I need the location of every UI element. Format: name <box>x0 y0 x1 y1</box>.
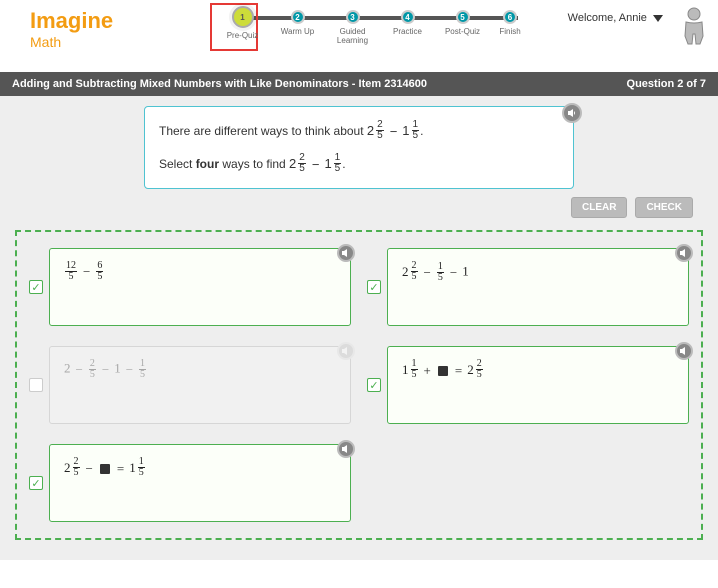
step-label-4: Practice <box>393 28 422 37</box>
checkbox-a[interactable]: ✓ <box>29 280 43 294</box>
checkbox-d[interactable]: ✓ <box>367 378 381 392</box>
step-label-6: Finish <box>499 28 520 37</box>
step-dot-4: 4 <box>401 10 415 24</box>
avatar-icon[interactable] <box>680 6 708 51</box>
speaker-icon[interactable] <box>675 342 693 360</box>
blank-box-icon <box>100 464 110 474</box>
step-finish[interactable]: 6 Finish <box>490 10 530 37</box>
check-button[interactable]: CHECK <box>635 197 693 218</box>
step-practice[interactable]: 4 Practice <box>380 10 435 37</box>
lesson-title: Adding and Subtracting Mixed Numbers wit… <box>12 78 427 90</box>
checkbox-b[interactable]: ✓ <box>367 280 381 294</box>
option-e[interactable]: ✓ 225−=115 <box>29 444 351 522</box>
step-label-5: Post-Quiz <box>445 28 480 37</box>
step-dot-6: 6 <box>503 10 517 24</box>
speaker-icon[interactable] <box>337 440 355 458</box>
logo-sub: Math <box>30 35 113 49</box>
title-bar: Adding and Subtracting Mixed Numbers wit… <box>0 72 718 96</box>
checkbox-e[interactable]: ✓ <box>29 476 43 490</box>
option-b-card: 225−15−1 <box>387 248 689 326</box>
welcome-menu[interactable]: Welcome, Annie <box>568 12 663 24</box>
step-dot-3: 3 <box>346 10 360 24</box>
question-line-2: Select four ways to find 225−115. <box>159 152 559 177</box>
option-e-card: 225−=115 <box>49 444 351 522</box>
speaker-icon[interactable] <box>562 103 582 123</box>
logo-main: Imagine <box>30 8 113 33</box>
step-label-2: Warm Up <box>281 28 314 37</box>
step-dot-5: 5 <box>456 10 470 24</box>
checkbox-c[interactable]: ✓ <box>29 378 43 392</box>
step-label-1: Pre-Quiz <box>227 32 259 41</box>
clear-button[interactable]: CLEAR <box>571 197 627 218</box>
question-box: There are different ways to think about … <box>144 106 574 189</box>
step-dot-2: 2 <box>291 10 305 24</box>
question-line-1: There are different ways to think about … <box>159 119 559 144</box>
step-guided[interactable]: 3 Guided Learning <box>325 10 380 46</box>
answer-grid: ✓ 125−65 ✓ 225−15−1 ✓ 2−25−1−15 ✓ 115+=2… <box>15 230 703 540</box>
speaker-icon[interactable] <box>337 244 355 262</box>
option-c[interactable]: ✓ 2−25−1−15 <box>29 346 351 424</box>
option-d-card: 115+=225 <box>387 346 689 424</box>
progress-tracker: 1 Pre-Quiz 2 Warm Up 3 Guided Learning 4… <box>215 10 530 46</box>
option-c-card: 2−25−1−15 <box>49 346 351 424</box>
step-pre-quiz[interactable]: 1 Pre-Quiz <box>215 10 270 41</box>
step-post-quiz[interactable]: 5 Post-Quiz <box>435 10 490 37</box>
option-d[interactable]: ✓ 115+=225 <box>367 346 689 424</box>
speaker-icon[interactable] <box>675 244 693 262</box>
chevron-down-icon <box>653 15 663 22</box>
question-progress: Question 2 of 7 <box>627 78 706 90</box>
step-label-3: Guided Learning <box>325 28 380 46</box>
step-warm-up[interactable]: 2 Warm Up <box>270 10 325 37</box>
blank-box-icon <box>438 366 448 376</box>
logo: Imagine Math <box>30 10 113 49</box>
welcome-text: Welcome, Annie <box>568 12 647 24</box>
step-dot-1: 1 <box>232 6 254 28</box>
option-b[interactable]: ✓ 225−15−1 <box>367 248 689 326</box>
option-a-card: 125−65 <box>49 248 351 326</box>
speaker-icon[interactable] <box>337 342 355 360</box>
option-a[interactable]: ✓ 125−65 <box>29 248 351 326</box>
